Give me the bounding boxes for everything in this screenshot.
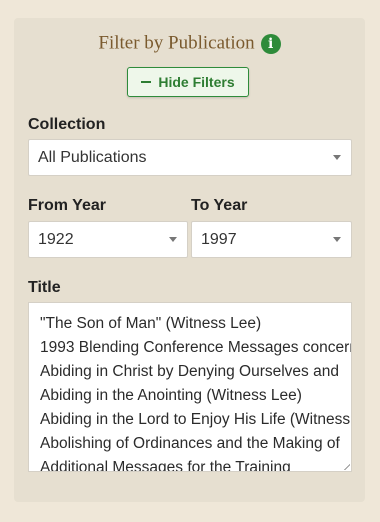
filter-heading: Filter by Publication i xyxy=(14,32,365,55)
title-option[interactable]: 1993 Blending Conference Messages concer… xyxy=(40,336,351,360)
filter-panel: Filter by Publication i Hide Filters Coll… xyxy=(14,18,365,502)
collection-selected-value: All Publications xyxy=(38,149,147,166)
info-icon[interactable]: i xyxy=(260,33,281,54)
title-option[interactable]: "The Son of Man" (Witness Lee) xyxy=(40,312,351,336)
filter-title: Filter by Publication xyxy=(98,32,255,54)
collection-select[interactable]: All Publications xyxy=(28,139,352,176)
title-label: Title xyxy=(28,279,61,296)
title-option[interactable]: Abiding in the Anointing (Witness Lee) xyxy=(40,384,351,408)
resize-handle[interactable] xyxy=(344,464,350,470)
title-option[interactable]: Abolishing of Ordinances and the Making … xyxy=(40,432,351,456)
collection-label: Collection xyxy=(28,116,106,133)
to-year-select[interactable]: 1997 xyxy=(191,221,352,258)
chevron-down-icon xyxy=(333,237,341,242)
chevron-down-icon xyxy=(333,155,341,160)
hide-filters-label: Hide Filters xyxy=(158,74,235,90)
chevron-down-icon xyxy=(169,237,177,242)
title-option[interactable]: Abiding in the Lord to Enjoy His Life (W… xyxy=(40,408,351,432)
from-year-select[interactable]: 1922 xyxy=(28,221,188,258)
title-listbox[interactable]: "The Son of Man" (Witness Lee) 1993 Blen… xyxy=(28,302,352,472)
from-year-value: 1922 xyxy=(38,231,74,248)
title-option[interactable]: Abiding in Christ by Denying Ourselves a… xyxy=(40,360,351,384)
title-option[interactable]: Additional Messages for the Training xyxy=(40,456,351,471)
to-year-value: 1997 xyxy=(201,231,237,248)
hide-filters-button[interactable]: Hide Filters xyxy=(127,67,249,97)
minus-icon xyxy=(141,81,152,83)
from-year-label: From Year xyxy=(28,197,106,214)
to-year-label: To Year xyxy=(191,197,248,214)
